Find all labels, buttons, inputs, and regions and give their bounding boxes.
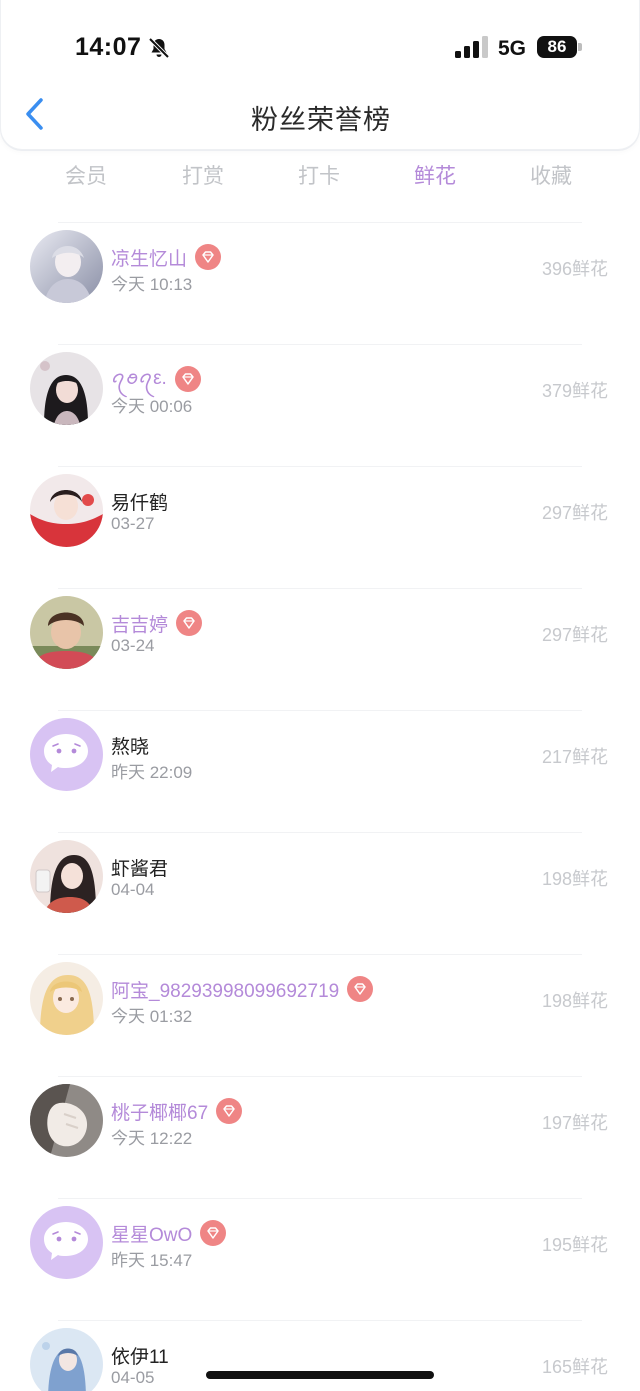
fan-date: 今天 12:22: [111, 1129, 193, 1148]
diamond-badge-icon: [195, 244, 222, 270]
name-line: 依伊11: [111, 1340, 169, 1370]
avatar[interactable]: [30, 596, 103, 669]
name-line: 虾酱君: [111, 852, 168, 882]
name-line: 凉生忆山: [111, 242, 222, 272]
fan-row[interactable]: ꪖꪮꪖ​ε. 今天 00:06 379鲜花: [0, 344, 640, 466]
fan-row[interactable]: 易仟鹤 03-27 297鲜花: [0, 466, 640, 588]
flower-count: 198鲜花: [541, 991, 608, 1011]
row-divider: [58, 588, 582, 589]
status-time: 14:07: [75, 33, 142, 61]
fan-date: 04-04: [111, 880, 155, 899]
status-bar: 14:07 5G 86: [1, 0, 640, 95]
tab-flowers[interactable]: 鲜花: [377, 160, 493, 190]
avatar[interactable]: [30, 474, 103, 547]
name-line: 熬晓: [111, 730, 149, 760]
name-line: 阿宝_98293998099692719: [111, 974, 374, 1004]
fan-name: 易仟鹤: [111, 492, 169, 514]
default-chat-avatar-icon[interactable]: [30, 1206, 103, 1279]
avatar[interactable]: [30, 962, 103, 1035]
header-card: 14:07 5G 86 粉丝荣誉榜: [0, 0, 640, 150]
fan-row[interactable]: 桃子椰椰67 今天 12:22 197鲜花: [0, 1076, 640, 1198]
flower-count: 198鲜花: [541, 869, 608, 889]
tab-member[interactable]: 会员: [28, 160, 144, 190]
name-line: 易仟鹤: [111, 486, 168, 516]
flower-count: 379鲜花: [541, 381, 608, 401]
network-type: 5G: [498, 37, 527, 60]
avatar[interactable]: [30, 1084, 103, 1157]
tab-checkin[interactable]: 打卡: [261, 160, 377, 190]
row-divider: [58, 832, 582, 833]
fan-date: 今天 10:13: [111, 275, 193, 294]
fan-date: 03-24: [111, 636, 155, 655]
fan-name: 熬晓: [111, 736, 150, 758]
fan-row[interactable]: 依伊11 04-05 165鲜花: [0, 1320, 640, 1391]
diamond-badge-icon: [174, 366, 201, 392]
page-title: 粉丝荣誉榜: [251, 105, 391, 135]
row-divider: [58, 710, 582, 711]
fan-row[interactable]: 凉生忆山 今天 10:13 396鲜花: [0, 222, 640, 344]
fan-row[interactable]: 星星OwO 昨天 15:47 195鲜花: [0, 1198, 640, 1320]
flower-count: 217鲜花: [541, 747, 608, 767]
name-line: 吉吉婷: [111, 608, 203, 638]
name-line: ꪖꪮꪖ​ε.: [111, 364, 201, 394]
diamond-badge-icon: [176, 610, 203, 636]
row-divider: [58, 344, 582, 345]
fan-date: 昨天 22:09: [111, 763, 193, 782]
flower-count: 396鲜花: [541, 259, 608, 279]
fan-date: 03-27: [111, 514, 155, 533]
row-divider: [58, 1320, 582, 1321]
fan-row[interactable]: 熬晓 昨天 22:09 217鲜花: [0, 710, 640, 832]
avatar[interactable]: [30, 230, 103, 303]
tab-reward[interactable]: 打赏: [145, 160, 261, 190]
name-line: 星星OwO: [111, 1218, 227, 1248]
row-divider: [58, 954, 582, 955]
row-divider: [58, 1198, 582, 1199]
row-divider: [58, 1076, 582, 1077]
flower-count: 297鲜花: [541, 503, 608, 523]
bell-muted-icon: [148, 37, 170, 59]
name-line: 桃子椰椰67: [111, 1096, 243, 1126]
avatar[interactable]: [30, 1328, 103, 1391]
fan-name: 虾酱君: [111, 858, 169, 880]
fan-name: 桃子椰椰67: [111, 1102, 209, 1124]
home-indicator[interactable]: [206, 1371, 434, 1379]
tab-favorites[interactable]: 收藏: [493, 160, 609, 190]
flower-count: 195鲜花: [541, 1235, 608, 1255]
diamond-badge-icon: [200, 1220, 227, 1246]
flower-count: 297鲜花: [541, 625, 608, 645]
fan-name: 阿宝_98293998099692719: [111, 980, 340, 1002]
fan-row[interactable]: 阿宝_98293998099692719 今天 01:32 198鲜花: [0, 954, 640, 1076]
row-divider: [58, 466, 582, 467]
fan-date: 昨天 15:47: [111, 1251, 193, 1270]
default-chat-avatar-icon[interactable]: [30, 718, 103, 791]
fan-name: 依伊11: [111, 1346, 169, 1368]
tab-bar: 会员 打赏 打卡 鲜花 收藏: [0, 160, 640, 200]
fan-name: 吉吉婷: [111, 614, 169, 636]
battery-icon: 86: [537, 36, 583, 58]
fan-row[interactable]: 吉吉婷 03-24 297鲜花: [0, 588, 640, 710]
row-divider: [58, 222, 582, 223]
cellular-signal-icon: [455, 36, 488, 58]
flower-count: 165鲜花: [541, 1357, 608, 1377]
fan-name: 凉生忆山: [111, 248, 188, 270]
avatar[interactable]: [30, 840, 103, 913]
avatar[interactable]: [30, 352, 103, 425]
fan-date: 04-05: [111, 1368, 155, 1387]
diamond-badge-icon: [347, 976, 374, 1002]
battery-tip: [578, 43, 582, 51]
battery-level: 86: [537, 36, 577, 58]
fan-date: 今天 01:32: [111, 1007, 193, 1026]
fan-row[interactable]: 虾酱君 04-04 198鲜花: [0, 832, 640, 954]
flower-count: 197鲜花: [541, 1113, 608, 1133]
fan-name: 星星OwO: [111, 1224, 193, 1246]
fan-date: 今天 00:06: [111, 397, 193, 416]
diamond-badge-icon: [216, 1098, 243, 1124]
